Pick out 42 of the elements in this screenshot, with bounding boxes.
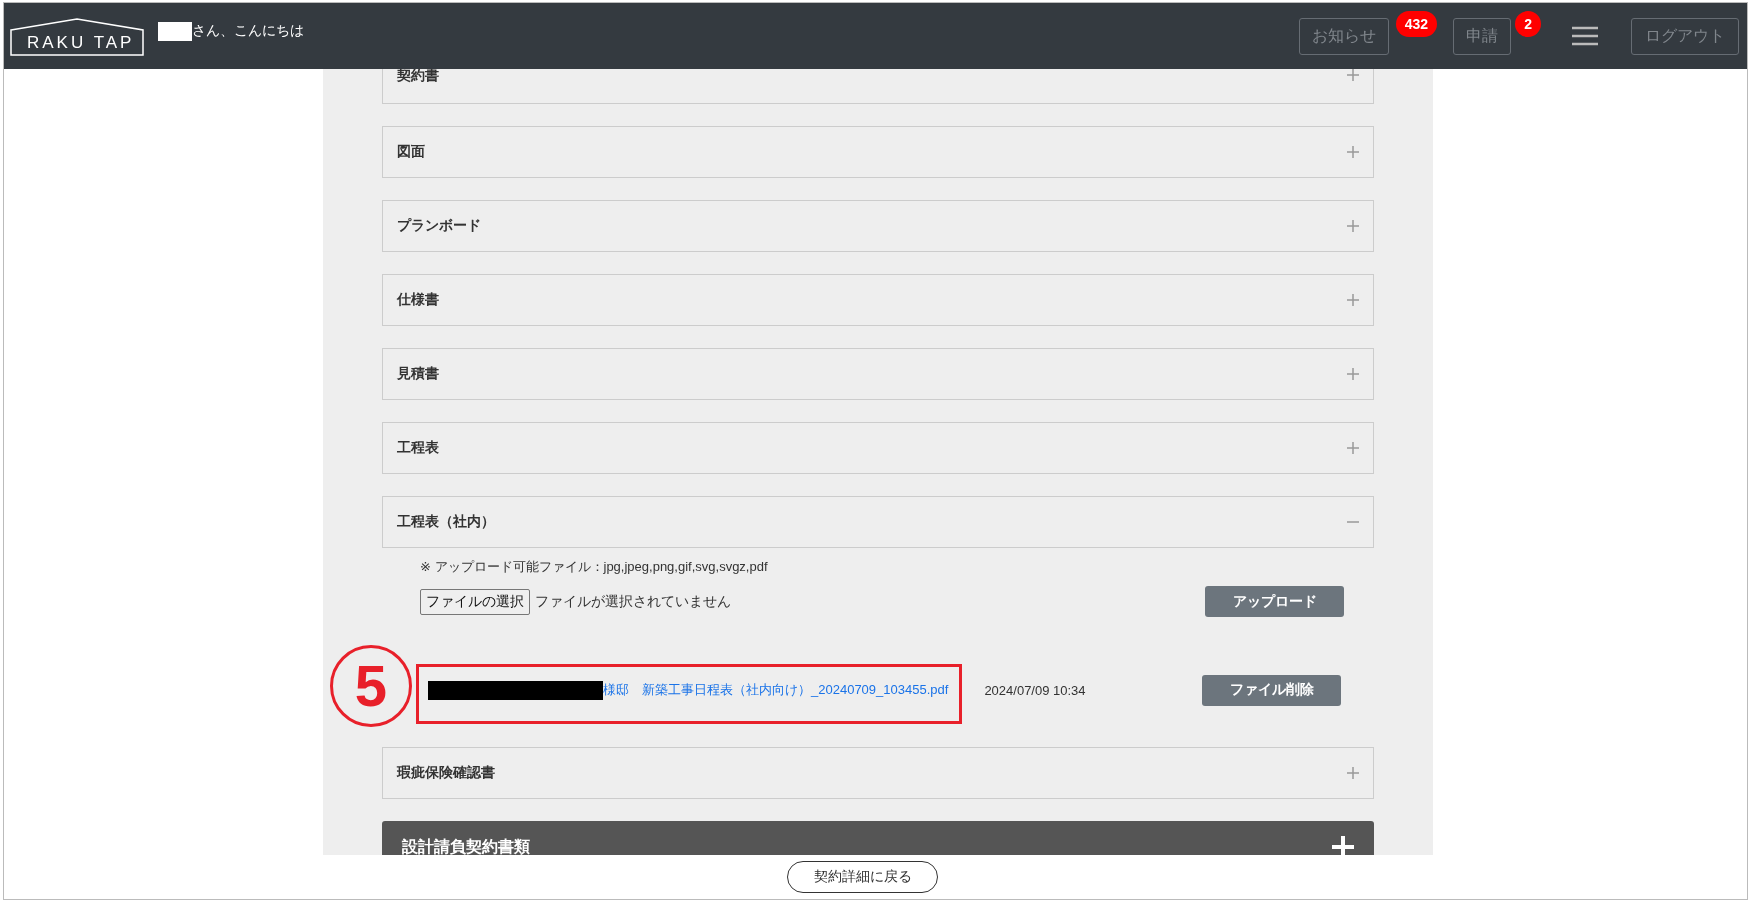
section-title: 図面 [397,143,425,161]
logo-text: RAKU TAP [27,33,135,53]
delete-file-button[interactable]: ファイル削除 [1202,674,1341,706]
plus-icon [1347,368,1359,380]
choose-file-button[interactable]: ファイルの選択 [420,588,530,615]
accordion-header[interactable]: 図面 [382,126,1374,178]
plus-icon [1347,69,1359,81]
file-status-text: ファイルが選択されていません [535,592,731,611]
plus-icon [1347,442,1359,454]
plus-icon [1347,146,1359,158]
back-button[interactable]: 契約詳細に戻る [787,861,938,893]
count-badge: 432 [1395,10,1437,37]
house-outline-icon [10,18,144,56]
accordion-header[interactable]: 見積書 [382,348,1374,400]
accordion-header[interactable]: 仕様書 [382,274,1374,326]
count-badge: 2 [1515,10,1541,37]
section-title: 契約書 [397,69,439,85]
category-title: 設計請負契約書類 [402,836,530,855]
section-title: 見積書 [397,365,439,383]
file-link[interactable]: 様邸 新築工事日程表（社内向け）_20240709_103455.pdf [603,681,949,699]
accordion-header[interactable]: プランボード [382,200,1374,252]
section-title: 工程表 [397,439,439,457]
file-type-note: ※ アップロード可能ファイル：jpg,jpeg,png,gif,svg,svgz,pdf [420,558,769,576]
section-title: 瑕疵保険確認書 [397,764,495,782]
upload-button[interactable]: アップロード [1205,586,1344,617]
menu-icon [1571,25,1599,47]
accordion-header[interactable]: 契約書 [382,69,1374,104]
section-title: 仕様書 [397,291,439,309]
category-header[interactable]: 設計請負契約書類 [382,821,1374,855]
accordion-header[interactable]: 工程表 [382,422,1374,474]
accordion-header[interactable]: 工程表（社内） [382,496,1374,548]
plus-icon [1332,836,1354,855]
plus-icon [1347,294,1359,306]
redaction-block [158,21,192,41]
accordion-header[interactable]: 瑕疵保険確認書 [382,747,1374,799]
file-date: 2024/07/09 10:34 [984,682,1086,698]
plus-icon [1347,767,1359,779]
annotation-number: 5 [330,644,412,727]
plus-icon [1347,220,1359,232]
section-title: プランボード [397,217,481,235]
greeting-text: さん、こんにちは [192,22,304,40]
section-title: 工程表（社内） [397,513,495,531]
